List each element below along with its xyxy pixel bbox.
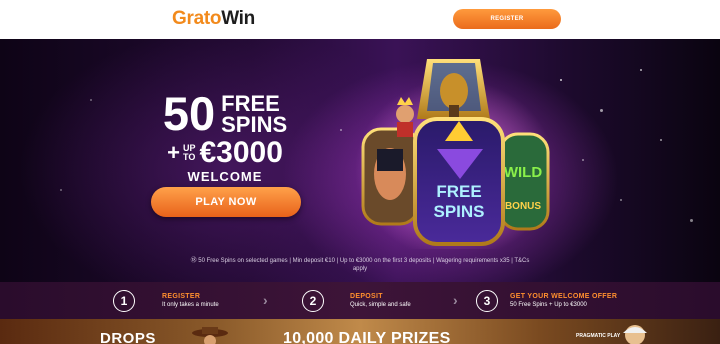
terms-text: ⑱ 50 Free Spins on selected games | Min … (190, 258, 530, 272)
bonus-amount: €3000 (199, 136, 283, 169)
gratowin-logo[interactable]: GratoWin (172, 8, 255, 30)
logo-text-grato: Grato (172, 8, 222, 29)
signup-steps-bar: 1 REGISTER It only takes a minute › 2 DE… (0, 282, 720, 319)
step-sub-welcome-offer: 50 Free Spins + Up to €3000 (510, 302, 587, 308)
wild-text: WILD (504, 164, 542, 181)
right-reel-icon: WILD BONUS (498, 132, 550, 231)
spins-reel-text: SPINS (433, 202, 484, 221)
sparkle-decoration (690, 219, 693, 222)
sparkle-decoration (582, 159, 584, 161)
king-figure-icon (396, 97, 414, 137)
step-sub-register: It only takes a minute (162, 302, 219, 308)
sparkle-decoration (60, 189, 62, 191)
logo-text-win: Win (221, 8, 255, 29)
sparkle-decoration (660, 139, 662, 141)
sparkle-decoration (600, 109, 603, 112)
free-spins-count: 50 (162, 87, 216, 140)
step-title-register[interactable]: REGISTER (162, 293, 200, 300)
step-number-1: 1 (113, 290, 135, 312)
step-number-3: 3 (476, 290, 498, 312)
sparkle-decoration (620, 199, 622, 201)
slot-machine-illustration: WILD BONUS FREE SPINS (355, 59, 550, 249)
pragmatic-play-logo: PRAGMATIC PLAY (576, 333, 621, 339)
spins-label: SPINS (221, 112, 288, 137)
drops-promo-banner[interactable]: DROPS 10,000 DAILY PRIZES PRAGMATIC PLAY (0, 319, 720, 344)
daily-prizes-title: 10,000 DAILY PRIZES (283, 330, 451, 344)
step-title-deposit[interactable]: DEPOSIT (350, 293, 383, 300)
pharaoh-icon (417, 59, 490, 121)
step-title-welcome-offer[interactable]: GET YOUR WELCOME OFFER (510, 293, 617, 300)
cowboy-icon (192, 327, 228, 344)
bonus-text: BONUS (505, 201, 541, 212)
left-reel-icon (361, 127, 420, 226)
sparkle-decoration (560, 79, 562, 81)
free-reel-text: FREE (436, 182, 481, 201)
plus-sign: + (167, 140, 180, 165)
center-reel-icon: FREE SPINS (413, 117, 505, 246)
chevron-right-icon: › (263, 292, 268, 308)
sparkle-decoration (90, 99, 92, 101)
zeus-icon (623, 325, 647, 344)
hero-banner: 50 FREE SPINS + UP TO €3000 WELCOME PACK… (0, 39, 720, 282)
site-header: GratoWin REGISTER (0, 0, 720, 39)
sparkle-decoration (640, 69, 642, 71)
free-label: FREE (221, 91, 280, 116)
drops-title: DROPS (100, 330, 156, 344)
step-sub-deposit: Quick, simple and safe (350, 302, 411, 308)
sparkle-decoration (340, 129, 342, 131)
to-label: TO (183, 152, 196, 162)
step-number-2: 2 (302, 290, 324, 312)
promo-headline: 50 FREE SPINS + UP TO €3000 WELCOME PACK… (150, 87, 300, 199)
register-button[interactable]: REGISTER (453, 9, 561, 29)
play-now-button[interactable]: PLAY NOW (151, 187, 301, 217)
chevron-right-icon: › (453, 292, 458, 308)
